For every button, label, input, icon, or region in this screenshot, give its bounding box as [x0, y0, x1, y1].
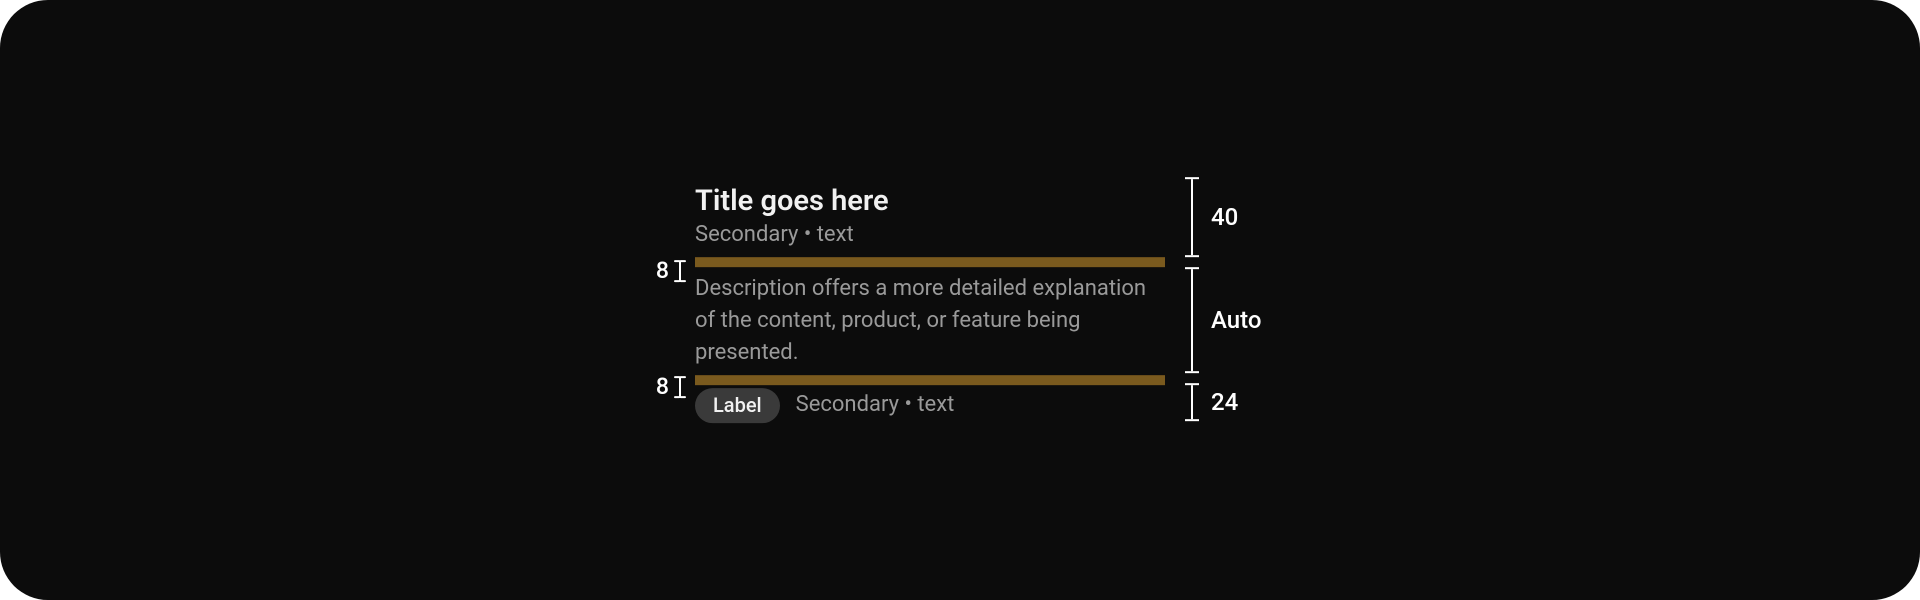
header-row: Title goes here Secondary • text: [695, 177, 1165, 257]
text-cursor-icon: [673, 259, 687, 283]
spacer-annotation-top: 8: [656, 257, 687, 284]
height-value: 40: [1211, 203, 1238, 231]
description-text: Description offers a more detailed expla…: [695, 273, 1165, 369]
spacer-value: 8: [656, 257, 669, 284]
height-value: 24: [1211, 388, 1238, 416]
height-value: Auto: [1211, 306, 1261, 334]
meta-secondary-text: Secondary • text: [796, 393, 955, 419]
description-row: Description offers a more detailed expla…: [695, 267, 1165, 375]
bracket-icon: [1185, 383, 1199, 421]
spacer-value: 8: [656, 373, 669, 400]
bracket-icon: [1185, 267, 1199, 373]
spacer-bar-bottom: [695, 375, 1165, 385]
content-column: Title goes here Secondary • text Descrip…: [695, 177, 1165, 423]
spec-container: 8 8 Title goes here Second: [635, 177, 1285, 423]
height-annotation-header: 40: [1185, 177, 1238, 257]
height-annotation-desc: Auto: [1185, 267, 1261, 373]
title-text: Title goes here: [695, 186, 1165, 218]
text-cursor-icon: [673, 375, 687, 399]
label-pill: Label: [695, 388, 780, 423]
secondary-text: Secondary • text: [695, 222, 1165, 248]
spec-frame: 8 8 Title goes here Second: [0, 0, 1920, 600]
spacer-annotation-bottom: 8: [656, 373, 687, 400]
spacer-bar-top: [695, 257, 1165, 267]
height-annotation-meta: 24: [1185, 383, 1238, 421]
meta-row: Label Secondary • text: [695, 385, 1165, 423]
bracket-icon: [1185, 177, 1199, 257]
